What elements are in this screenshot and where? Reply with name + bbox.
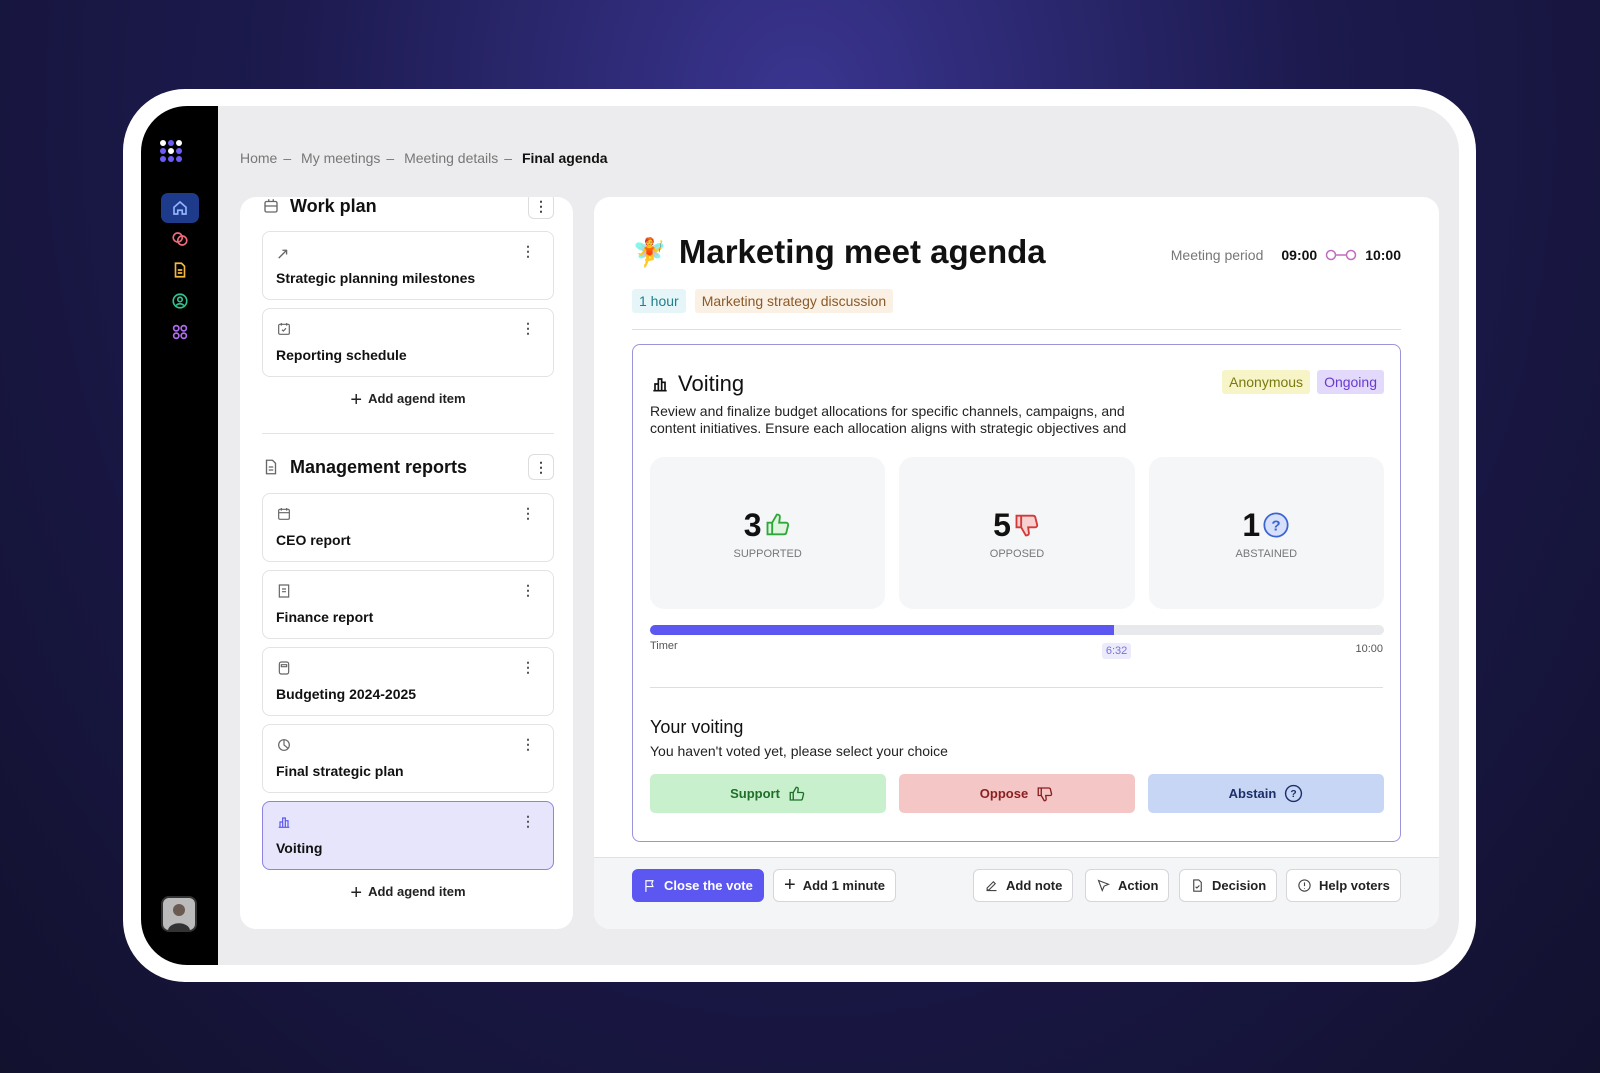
timer-current: 6:32 bbox=[1101, 643, 1132, 659]
breadcrumb: Home – My meetings – Meeting details – Fina… bbox=[240, 150, 608, 166]
stat-abstained: 1? ABSTAINED bbox=[1148, 457, 1384, 609]
voting-title: Voiting bbox=[650, 371, 744, 397]
sidebar-item-home[interactable] bbox=[161, 193, 199, 223]
meeting-period: Meeting period 09:00 10:00 bbox=[1170, 247, 1401, 263]
timer-progress-fill bbox=[650, 625, 1114, 635]
decision-button[interactable]: Decision bbox=[1179, 869, 1278, 902]
status-badge: Ongoing bbox=[1317, 370, 1384, 394]
add-minute-button[interactable]: + Add 1 minute bbox=[773, 869, 897, 902]
stat-opposed: 5 OPPOSED bbox=[899, 457, 1135, 609]
meeting-panel: 🧚 Marketing meet agenda Meeting period 09… bbox=[594, 197, 1439, 929]
breadcrumb-my-meetings[interactable]: My meetings bbox=[301, 150, 380, 166]
plus-icon: + bbox=[784, 874, 796, 896]
thumbs-down-icon bbox=[1037, 786, 1053, 801]
logo-icon bbox=[160, 140, 182, 162]
agenda-item[interactable]: CEO report ⋮ bbox=[262, 493, 554, 562]
divider bbox=[262, 433, 554, 434]
bar-chart-icon bbox=[653, 378, 667, 392]
item-menu-button[interactable]: ⋮ bbox=[521, 583, 535, 597]
sidebar bbox=[141, 106, 218, 965]
add-agenda-item-button[interactable]: + Add agend item bbox=[262, 389, 554, 412]
user-circle-icon bbox=[172, 293, 188, 309]
home-icon bbox=[173, 200, 187, 215]
topic-tag: Marketing strategy discussion bbox=[694, 289, 894, 313]
agenda-item[interactable]: Final strategic plan ⋮ bbox=[262, 724, 554, 793]
add-agenda-item-button[interactable]: + Add agend item bbox=[262, 882, 554, 905]
sidebar-item-chat[interactable] bbox=[161, 224, 199, 254]
item-menu-button[interactable]: ⋮ bbox=[521, 506, 535, 520]
document-icon bbox=[265, 459, 277, 475]
svg-text:?: ? bbox=[1291, 789, 1297, 800]
help-voters-button[interactable]: Help voters bbox=[1286, 869, 1401, 902]
voting-card: Voiting Anonymous Ongoing Review and fin… bbox=[632, 344, 1401, 842]
range-icon bbox=[1325, 249, 1357, 261]
thumbs-down-icon bbox=[1015, 514, 1039, 537]
document-icon bbox=[174, 262, 186, 278]
info-icon bbox=[1298, 879, 1311, 892]
thumbs-up-icon bbox=[789, 786, 805, 801]
action-button[interactable]: Action bbox=[1085, 869, 1170, 902]
agenda-item-selected[interactable]: Voiting ⋮ bbox=[262, 801, 554, 870]
timer-total: 10:00 bbox=[1355, 643, 1383, 655]
breadcrumb-current: Final agenda bbox=[521, 150, 608, 166]
fairy-icon: 🧚 bbox=[632, 236, 667, 268]
agenda-item[interactable]: Reporting schedule ⋮ bbox=[262, 308, 554, 377]
item-menu-button[interactable]: ⋮ bbox=[521, 321, 535, 335]
app-window: Home – My meetings – Meeting details – Fina… bbox=[141, 106, 1459, 965]
timer-label: Timer bbox=[650, 640, 678, 652]
receipt-icon bbox=[278, 584, 290, 598]
timer-progress-bar bbox=[650, 625, 1384, 635]
breadcrumb-home[interactable]: Home bbox=[240, 150, 277, 166]
duration-tag: 1 hour bbox=[632, 289, 686, 313]
your-voting-title: Your voiting bbox=[650, 717, 744, 737]
close-vote-button[interactable]: Close the vote bbox=[632, 869, 764, 902]
oppose-button[interactable]: Oppose bbox=[899, 774, 1135, 813]
abstain-button[interactable]: Abstain? bbox=[1148, 774, 1384, 813]
apps-icon bbox=[172, 324, 188, 340]
agenda-item[interactable]: Finance report ⋮ bbox=[262, 570, 554, 639]
anonymous-badge: Anonymous bbox=[1222, 370, 1311, 394]
agenda-item[interactable]: Budgeting 2024-2025 ⋮ bbox=[262, 647, 554, 716]
section-header-work-plan: Work plan ⋮ bbox=[262, 197, 554, 219]
item-menu-button[interactable]: ⋮ bbox=[521, 660, 535, 674]
section-menu-button[interactable]: ⋮ bbox=[528, 197, 554, 219]
item-menu-button[interactable]: ⋮ bbox=[521, 244, 535, 258]
trending-icon: ↗ bbox=[276, 246, 290, 263]
section-menu-button[interactable]: ⋮ bbox=[528, 454, 554, 480]
calendar-check-icon bbox=[278, 323, 290, 335]
pie-chart-icon bbox=[278, 739, 290, 751]
question-icon: ? bbox=[1285, 784, 1303, 803]
add-note-button[interactable]: Add note bbox=[973, 869, 1074, 902]
edit-icon bbox=[986, 880, 997, 892]
svg-text:?: ? bbox=[1272, 517, 1281, 534]
sidebar-item-documents[interactable] bbox=[161, 255, 199, 285]
briefcase-icon bbox=[264, 199, 278, 213]
flag-icon bbox=[645, 879, 654, 892]
divider bbox=[650, 687, 1383, 688]
item-menu-button[interactable]: ⋮ bbox=[521, 814, 535, 828]
item-menu-button[interactable]: ⋮ bbox=[521, 737, 535, 751]
agenda-item[interactable]: ↗ Strategic planning milestones ⋮ bbox=[262, 231, 554, 300]
document-check-icon bbox=[1193, 879, 1202, 892]
page-title: 🧚 Marketing meet agenda bbox=[632, 233, 1046, 270]
agenda-panel: Work plan ⋮ ↗ Strategic planning mileston… bbox=[240, 197, 573, 929]
avatar[interactable] bbox=[161, 896, 197, 932]
action-bar: Close the vote + Add 1 minute Add note Ac… bbox=[594, 857, 1439, 929]
chat-icon bbox=[172, 232, 188, 246]
cursor-icon bbox=[1097, 879, 1111, 893]
voting-description: Review and finalize budget allocations f… bbox=[650, 403, 1127, 436]
question-icon: ? bbox=[1263, 512, 1289, 538]
bar-chart-icon bbox=[278, 817, 290, 828]
breadcrumb-meeting-details[interactable]: Meeting details bbox=[404, 150, 498, 166]
stat-supported: 3 SUPPORTED bbox=[650, 457, 886, 609]
section-header-management-reports: Management reports ⋮ bbox=[262, 454, 554, 480]
thumbs-up-icon bbox=[766, 513, 789, 536]
calculator-icon bbox=[278, 661, 290, 675]
sidebar-item-profile[interactable] bbox=[161, 286, 199, 316]
divider bbox=[632, 329, 1401, 330]
calendar-icon bbox=[278, 508, 290, 520]
vote-status: You haven't voted yet, please select you… bbox=[650, 743, 948, 759]
support-button[interactable]: Support bbox=[650, 774, 886, 813]
sidebar-item-apps[interactable] bbox=[161, 317, 199, 347]
